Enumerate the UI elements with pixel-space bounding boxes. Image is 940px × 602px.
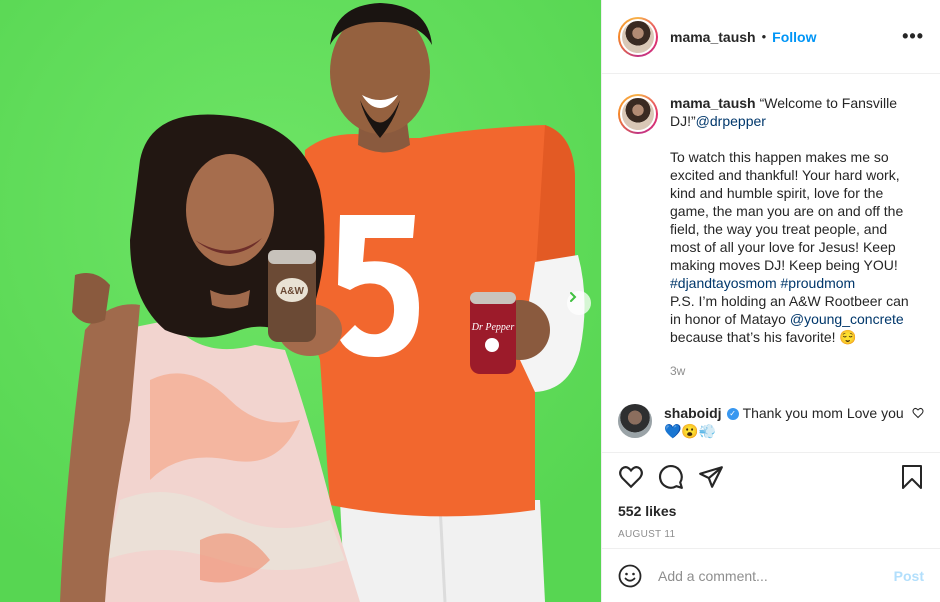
caption-timestamp[interactable]: 3w: [670, 362, 916, 380]
can-text-left: A&W: [280, 286, 304, 297]
post-date[interactable]: AUGUST 11: [618, 529, 924, 540]
caption-username[interactable]: mama_taush: [670, 95, 756, 111]
comment-input[interactable]: [658, 567, 878, 584]
next-photo-button[interactable]: [567, 291, 591, 315]
likes-count[interactable]: 552 likes: [618, 503, 924, 519]
reply-username[interactable]: shaboidj: [664, 405, 722, 421]
can-text-right: Dr Pepper: [471, 322, 515, 333]
chevron-right-icon: [570, 292, 577, 302]
share-icon[interactable]: [698, 464, 724, 490]
caption-body: mama_taush “Welcome to Fansville DJ!”@drp…: [670, 94, 916, 380]
caption-comment: mama_taush “Welcome to Fansville DJ!”@drp…: [618, 94, 924, 380]
author-username[interactable]: mama_taush: [670, 29, 756, 45]
like-comment-icon[interactable]: [912, 406, 924, 424]
comments-section[interactable]: mama_taush “Welcome to Fansville DJ!”@drp…: [602, 74, 940, 452]
add-comment-bar: Post: [602, 548, 940, 602]
post-actions: 552 likes AUGUST 11: [602, 452, 940, 546]
caption-mention-young-concrete[interactable]: @young_concrete: [790, 311, 904, 327]
action-icons: [618, 463, 924, 491]
reply-body: shaboidj ✓ Thank you mom Love you 💙😮💨: [664, 404, 910, 440]
caption-paragraph: To watch this happen makes me so excited…: [670, 149, 904, 273]
emoji-icon[interactable]: [618, 564, 642, 588]
photo-illustration: A&W Dr Pepper: [0, 0, 601, 602]
hashtag-proudmom[interactable]: #proudmom: [781, 275, 856, 291]
heart-icon[interactable]: [618, 464, 644, 490]
reply-avatar[interactable]: [618, 404, 652, 438]
hashtag-djandtayosmom[interactable]: #djandtayosmom: [670, 275, 777, 291]
post-side-panel: mama_taush • Follow ••• mama_taush “Welco…: [601, 0, 940, 602]
more-options-icon[interactable]: •••: [902, 26, 924, 47]
follow-button[interactable]: Follow: [772, 29, 816, 45]
verified-badge-icon: ✓: [726, 408, 739, 421]
caption-ps-end: because that’s his favorite! 😌: [670, 329, 857, 345]
reply-comment: shaboidj ✓ Thank you mom Love you 💙😮💨: [618, 404, 924, 440]
comment-icon[interactable]: [658, 464, 684, 490]
caption-mention-drpepper[interactable]: @drpepper: [696, 113, 766, 129]
separator-dot: •: [761, 29, 767, 44]
post-comment-button[interactable]: Post: [894, 568, 924, 584]
author-avatar[interactable]: [618, 16, 658, 57]
post-photo[interactable]: A&W Dr Pepper: [0, 0, 601, 602]
caption-avatar[interactable]: [618, 94, 658, 134]
bookmark-icon[interactable]: [900, 464, 924, 490]
post-header: mama_taush • Follow •••: [602, 0, 940, 74]
